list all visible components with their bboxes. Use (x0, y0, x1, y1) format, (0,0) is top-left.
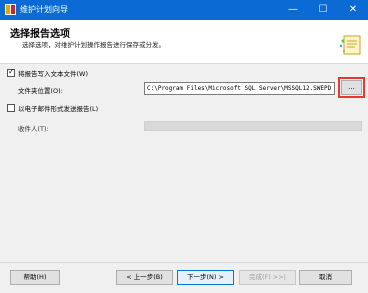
finish-button[interactable]: 完成(F) >>| (239, 270, 296, 285)
folder-location-label: 文件夹位置(O): (18, 87, 63, 95)
folder-location-input[interactable]: C:\Program Files\Microsoft SQL Server\MS… (144, 82, 335, 95)
recipient-dropdown[interactable] (144, 121, 362, 131)
email-report-label: 以电子邮件形式发送报告(L) (18, 105, 99, 113)
wizard-report-icon (339, 35, 361, 55)
write-report-label: 将报告写入文本文件(W) (18, 70, 88, 78)
footer-divider (0, 262, 368, 263)
checkmark-icon: ✓ (8, 67, 15, 76)
next-button[interactable]: 下一步(N) > (177, 270, 234, 285)
title-bar: 维护计划向导 — ☐ ✕ (0, 0, 368, 20)
maximize-button[interactable]: ☐ (308, 0, 338, 20)
help-button[interactable]: 帮助(H) (10, 270, 60, 285)
window-title: 维护计划向导 (20, 5, 68, 14)
minimize-button[interactable]: — (278, 0, 308, 20)
page-title: 选择报告选项 (10, 29, 70, 40)
recipient-label: 收件人(T): (18, 125, 49, 133)
browse-button[interactable]: ... (341, 80, 362, 95)
write-report-checkbox[interactable]: ✓ (7, 67, 15, 77)
app-icon (5, 4, 16, 15)
page-subtitle: 选择选项，对维护计划操作报告进行保存或分发。 (22, 41, 165, 49)
back-button[interactable]: < 上一步(B) (116, 270, 173, 285)
wizard-header: 选择报告选项 选择选项，对维护计划操作报告进行保存或分发。 (0, 20, 368, 64)
cancel-button[interactable]: 取消 (299, 270, 352, 285)
close-button[interactable]: ✕ (338, 0, 368, 20)
email-report-checkbox[interactable] (7, 104, 15, 112)
